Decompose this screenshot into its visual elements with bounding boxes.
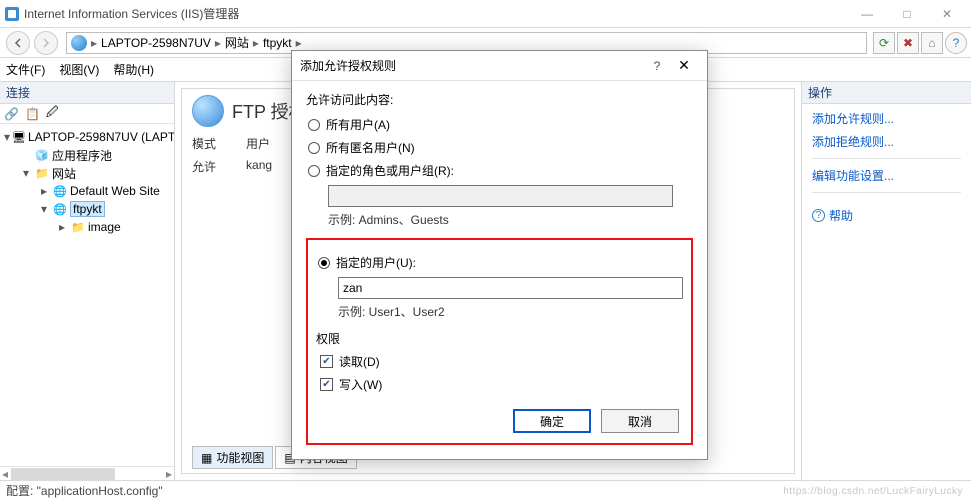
col-user-value: kang xyxy=(246,158,272,172)
ftp-icon: 🌐 xyxy=(52,201,68,217)
permissions-label: 权限 xyxy=(316,330,683,347)
cancel-button[interactable]: 取消 xyxy=(601,409,679,433)
access-section-label: 允许访问此内容: xyxy=(306,91,693,108)
minimize-button[interactable]: — xyxy=(847,0,887,28)
dialog-close-button[interactable]: ✕ xyxy=(669,57,699,74)
checkbox-icon xyxy=(320,378,333,391)
folder-icon: 📁 xyxy=(70,219,86,235)
globe-icon xyxy=(71,35,87,51)
maximize-button[interactable]: □ xyxy=(887,0,927,28)
tree-default-site[interactable]: ▸🌐 Default Web Site xyxy=(2,182,172,200)
help-circle-icon: ? xyxy=(812,209,825,222)
action-edit-feature[interactable]: 编辑功能设置... xyxy=(812,167,961,184)
radio-icon xyxy=(308,142,320,154)
connections-header: 连接 xyxy=(0,82,174,104)
checkbox-icon xyxy=(320,355,333,368)
tree-ftpykt[interactable]: ▾🌐 ftpykt xyxy=(2,200,172,218)
dialog-titlebar[interactable]: 添加允许授权规则 ? ✕ xyxy=(292,51,707,81)
connections-tree[interactable]: ▾🖥 LAPTOP-2598N7UV (LAPTO 🧊 应用程序池 ▾📁 网站 … xyxy=(0,124,174,466)
tree-server-node[interactable]: ▾🖥 LAPTOP-2598N7UV (LAPTO xyxy=(2,128,172,146)
tree-image-folder[interactable]: ▸📁 image xyxy=(2,218,172,236)
tree-apppools[interactable]: 🧊 应用程序池 xyxy=(2,146,172,164)
dialog-help-button[interactable]: ? xyxy=(645,59,669,73)
radio-specified-users[interactable]: 指定的用户(U): xyxy=(318,254,683,271)
home-icon[interactable]: ⌂ xyxy=(921,32,943,54)
ftp-auth-icon xyxy=(192,95,224,127)
actions-pane: 操作 添加允许规则... 添加拒绝规则... 编辑功能设置... ? 帮助 xyxy=(801,82,971,480)
menu-view[interactable]: 视图(V) xyxy=(59,61,99,78)
server-icon: 🖥 xyxy=(12,129,26,145)
roles-example: 示例: Admins、Guests xyxy=(328,211,693,228)
apppool-icon: 🧊 xyxy=(34,147,50,163)
breadcrumb-item[interactable]: 网站 xyxy=(221,34,253,51)
config-path: 配置: "applicationHost.config" xyxy=(6,482,163,499)
radio-icon xyxy=(308,119,320,131)
connect-icon[interactable]: 🔗 xyxy=(4,107,19,121)
checkbox-write[interactable]: 写入(W) xyxy=(320,376,683,393)
col-mode-value: 允许 xyxy=(192,158,216,175)
breadcrumb-item[interactable]: ftpykt xyxy=(259,36,296,50)
checkbox-read[interactable]: 读取(D) xyxy=(320,353,683,370)
stop-icon[interactable]: ✖ xyxy=(897,32,919,54)
connections-toolbar: 🔗 📋 🖉 xyxy=(0,104,174,124)
roles-input xyxy=(328,185,673,207)
radio-icon xyxy=(318,257,330,269)
dialog-title: 添加允许授权规则 xyxy=(300,57,645,74)
forward-button[interactable] xyxy=(34,31,58,55)
app-icon xyxy=(4,6,20,22)
breadcrumb-item[interactable]: LAPTOP-2598N7UV xyxy=(97,36,215,50)
tree-sites[interactable]: ▾📁 网站 xyxy=(2,164,172,182)
titlebar: Internet Information Services (IIS)管理器 —… xyxy=(0,0,971,28)
ok-button[interactable]: 确定 xyxy=(513,409,591,433)
refresh-tree-icon[interactable]: 📋 xyxy=(25,107,40,121)
action-help[interactable]: ? 帮助 xyxy=(812,207,961,224)
action-add-allow[interactable]: 添加允许规则... xyxy=(812,110,961,127)
radio-icon xyxy=(308,165,320,177)
features-icon: ▦ xyxy=(201,451,212,465)
folder-icon: 📁 xyxy=(34,165,50,181)
window-title: Internet Information Services (IIS)管理器 xyxy=(24,5,847,22)
col-mode-header: 模式 xyxy=(192,135,216,152)
radio-all-users[interactable]: 所有用户(A) xyxy=(308,116,693,133)
users-input[interactable] xyxy=(338,277,683,299)
refresh-icon[interactable]: ⟳ xyxy=(873,32,895,54)
highlighted-section: 指定的用户(U): 示例: User1、User2 权限 读取(D) 写入(W)… xyxy=(306,238,693,445)
features-view-tab[interactable]: ▦ 功能视图 xyxy=(192,446,273,469)
help-icon[interactable]: ? xyxy=(945,32,967,54)
save-icon[interactable]: 🖉 xyxy=(46,103,59,124)
radio-roles[interactable]: 指定的角色或用户组(R): xyxy=(308,162,693,179)
actions-header: 操作 xyxy=(802,82,971,104)
watermark: https://blog.csdn.net/LuckFairyLucky xyxy=(783,486,963,497)
radio-anonymous-users[interactable]: 所有匿名用户(N) xyxy=(308,139,693,156)
action-add-deny[interactable]: 添加拒绝规则... xyxy=(812,133,961,150)
menu-help[interactable]: 帮助(H) xyxy=(113,61,154,78)
site-icon: 🌐 xyxy=(52,183,68,199)
add-allow-rule-dialog: 添加允许授权规则 ? ✕ 允许访问此内容: 所有用户(A) 所有匿名用户(N) … xyxy=(291,50,708,460)
horizontal-scrollbar[interactable]: ◂ ▸ xyxy=(0,466,174,480)
close-button[interactable]: ✕ xyxy=(927,0,967,28)
col-user-header: 用户 xyxy=(246,135,272,152)
menu-file[interactable]: 文件(F) xyxy=(6,61,45,78)
back-button[interactable] xyxy=(6,31,30,55)
scrollbar-thumb[interactable] xyxy=(11,468,115,480)
users-example: 示例: User1、User2 xyxy=(338,303,683,320)
connections-pane: 连接 🔗 📋 🖉 ▾🖥 LAPTOP-2598N7UV (LAPTO 🧊 应用程… xyxy=(0,82,175,480)
